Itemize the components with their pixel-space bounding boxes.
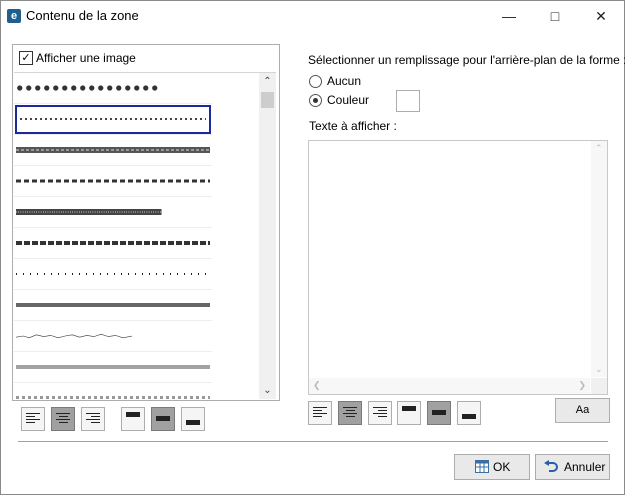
footer-separator [18, 441, 608, 442]
pattern-item[interactable] [14, 290, 212, 321]
show-image-checkbox[interactable]: ✓ [19, 51, 33, 65]
show-image-label[interactable]: Afficher une image [36, 51, 136, 65]
pattern-braid-icon [16, 241, 210, 245]
text-valign-bottom-button[interactable] [457, 401, 481, 425]
pattern-item[interactable] [14, 135, 212, 166]
pattern-item[interactable] [14, 321, 212, 352]
pattern-item[interactable] [14, 166, 212, 197]
ok-button[interactable]: OK [454, 454, 530, 480]
image-align-center-button[interactable] [51, 407, 75, 431]
pattern-skulls-icon [17, 85, 158, 91]
pattern-knot-icon [16, 209, 162, 215]
pattern-item-selected[interactable] [14, 104, 212, 135]
color-picker-swatch[interactable] [396, 90, 420, 112]
text-align-right-button[interactable] [368, 401, 392, 425]
align-left-icon [26, 413, 40, 425]
pattern-chain-icon [16, 147, 210, 153]
pattern-item[interactable] [14, 352, 212, 383]
text-to-display-label: Texte à afficher : [309, 119, 397, 133]
pattern-scrollbar[interactable]: ⌃ ⌄ [259, 73, 276, 399]
fill-label: Sélectionner un remplissage pour l'arriè… [308, 53, 625, 67]
text-align-left-button[interactable] [308, 401, 332, 425]
pattern-sparse-dots-icon [16, 273, 210, 275]
pattern-rope-icon [16, 303, 210, 307]
align-center-icon [343, 407, 357, 419]
text-to-display-input[interactable]: ⌃ ⌄ ❮ ❯ [308, 140, 608, 395]
minimize-button[interactable]: — [486, 1, 532, 31]
textarea-horizontal-scrollbar[interactable]: ❮ ❯ [309, 378, 590, 394]
pattern-wave-icon [16, 396, 210, 399]
pattern-item[interactable] [14, 197, 212, 228]
pattern-list[interactable] [14, 73, 212, 399]
maximize-button[interactable]: □ [532, 1, 578, 31]
pattern-dots-icon [20, 118, 206, 120]
scroll-down-icon[interactable]: ⌄ [595, 364, 603, 375]
text-valign-middle-button[interactable] [427, 401, 451, 425]
align-right-icon [86, 413, 100, 425]
minimize-icon: — [502, 8, 516, 24]
pattern-item[interactable] [14, 259, 212, 290]
pattern-dashes-icon [16, 179, 210, 183]
cancel-button[interactable]: Annuler [535, 454, 610, 480]
app-e-icon: e [7, 9, 21, 23]
image-valign-middle-button[interactable] [151, 407, 175, 431]
image-align-left-button[interactable] [21, 407, 45, 431]
image-valign-bottom-button[interactable] [181, 407, 205, 431]
pattern-double-line-icon [16, 365, 210, 369]
fill-color-radio[interactable] [309, 94, 322, 107]
fill-color-label[interactable]: Couleur [327, 93, 369, 107]
align-center-icon [56, 413, 70, 425]
cancel-label: Annuler [564, 460, 606, 474]
fill-none-radio[interactable] [309, 75, 322, 88]
image-valign-top-button[interactable] [121, 407, 145, 431]
title-bar: e Contenu de la zone — □ ✕ [1, 1, 624, 31]
window-title: Contenu de la zone [26, 8, 139, 23]
textarea-vertical-scrollbar[interactable]: ⌃ ⌄ [591, 141, 607, 377]
close-button[interactable]: ✕ [578, 1, 624, 31]
pattern-item[interactable] [14, 228, 212, 259]
scrollbar-thumb[interactable] [261, 92, 274, 108]
scroll-down-icon[interactable]: ⌄ [259, 382, 276, 399]
align-right-icon [373, 407, 387, 419]
dialog-window: e Contenu de la zone — □ ✕ ✓ Afficher un… [0, 0, 625, 495]
pattern-item[interactable] [14, 383, 212, 399]
text-align-center-button[interactable] [338, 401, 362, 425]
image-align-right-button[interactable] [81, 407, 105, 431]
scroll-left-icon[interactable]: ❮ [313, 380, 321, 391]
font-button[interactable]: Aa [555, 398, 610, 423]
maximize-icon: □ [550, 8, 560, 24]
pattern-item[interactable] [14, 73, 212, 104]
close-icon: ✕ [595, 8, 607, 24]
text-valign-top-button[interactable] [397, 401, 421, 425]
scroll-right-icon[interactable]: ❯ [578, 380, 586, 391]
scroll-up-icon[interactable]: ⌃ [595, 143, 603, 154]
fill-none-label[interactable]: Aucun [327, 74, 361, 88]
ok-label: OK [493, 460, 511, 474]
image-panel: ✓ Afficher une image ⌃ ⌄ [12, 44, 280, 401]
pattern-listbox[interactable]: ⌃ ⌄ [14, 72, 276, 399]
undo-icon [544, 460, 558, 472]
pattern-wire-icon [16, 333, 133, 339]
textarea-scroll-corner [591, 378, 607, 394]
align-left-icon [313, 407, 327, 419]
table-icon [475, 460, 489, 473]
scroll-up-icon[interactable]: ⌃ [259, 73, 276, 90]
